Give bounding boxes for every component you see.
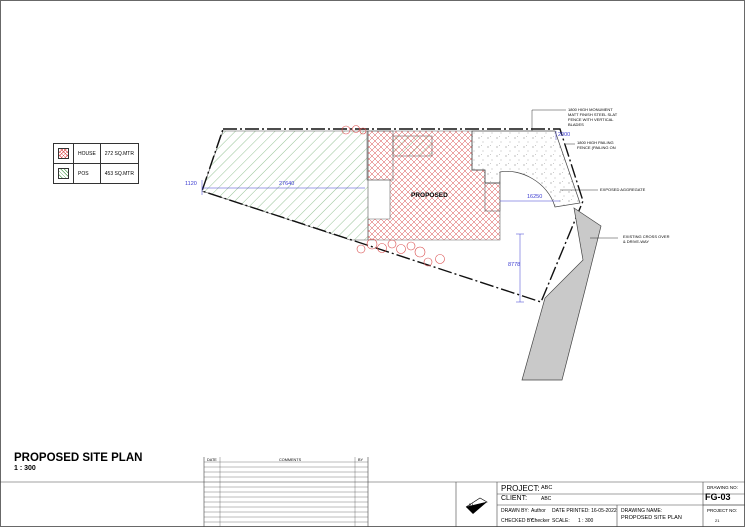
drawing-no-label: DRAWING NO: [707, 485, 738, 490]
dimension-8778: 8778 [508, 262, 520, 268]
house-swatch-icon [58, 148, 69, 159]
client-label: CLIENT: [501, 495, 528, 502]
drawing-scale: 1 : 300 [14, 465, 36, 472]
legend-house-area: 272 SQ.MTR [99, 143, 139, 164]
revision-header-date: DATE [207, 458, 217, 462]
client-value: ABC [541, 496, 552, 502]
legend-row-pos: POS 453 SQ.MTR [53, 163, 139, 184]
legend-row-house: HOUSE 272 SQ.MTR [53, 143, 139, 164]
existing-crossover [521, 207, 602, 381]
date-printed: DATE PRINTED: 16-05-2022 [552, 508, 617, 514]
aggregate-note: EXPOSED AGGREGATE [600, 187, 646, 192]
dimension-27640: 27640 [279, 181, 294, 187]
area-legend: HOUSE 272 SQ.MTR POS 453 SQ.MTR [53, 143, 139, 184]
north-arrow-icon: N [465, 497, 488, 514]
fence2-note-line2: FENCE (PAILING ON [577, 145, 616, 150]
drawn-by-label: DRAWN BY: [501, 508, 529, 514]
scale-label: SCALE: [552, 518, 570, 524]
checked-by-label: CHECKED BY: [501, 518, 535, 524]
dimension-2000: 2000 [558, 132, 570, 138]
drawn-by-value: Author [531, 508, 546, 514]
drawing-name-value: PROPOSED SITE PLAN [621, 515, 682, 521]
dimension-16250: 16250 [527, 194, 542, 200]
sheet-border [0, 0, 745, 527]
fence1-note-line4: BLADES [568, 122, 584, 127]
revision-header-comments: COMMENTS [279, 458, 302, 462]
north-label: N [469, 504, 473, 510]
drawing-name-label: DRAWING NAME: [621, 508, 663, 514]
drawing-no-value: FG-03 [705, 492, 731, 502]
crossover-note-line2: & DRIVE-WAY [623, 239, 649, 244]
revision-header-by: BY [358, 458, 364, 462]
checked-by-value: Checker [531, 518, 550, 524]
drawing-title: PROPOSED SITE PLAN [14, 452, 143, 464]
dimension-1120: 1120 [185, 181, 197, 187]
legend-house-label: HOUSE [73, 143, 101, 164]
pos-swatch-icon [58, 168, 69, 179]
project-value: ABC [541, 485, 553, 491]
revision-table [204, 457, 368, 527]
scale-value: 1 : 300 [578, 518, 594, 524]
site-plan-sheet: 1120 27640 2000 16250 8778 PROPOSED 1800… [0, 0, 745, 527]
project-no-label: PROJECT NO: [707, 508, 738, 513]
legend-pos-label: POS [73, 163, 101, 184]
proposed-label: PROPOSED [411, 192, 448, 199]
project-no-value: 21 [715, 518, 720, 523]
legend-pos-area: 453 SQ.MTR [99, 163, 139, 184]
project-label: PROJECT: [501, 484, 540, 493]
